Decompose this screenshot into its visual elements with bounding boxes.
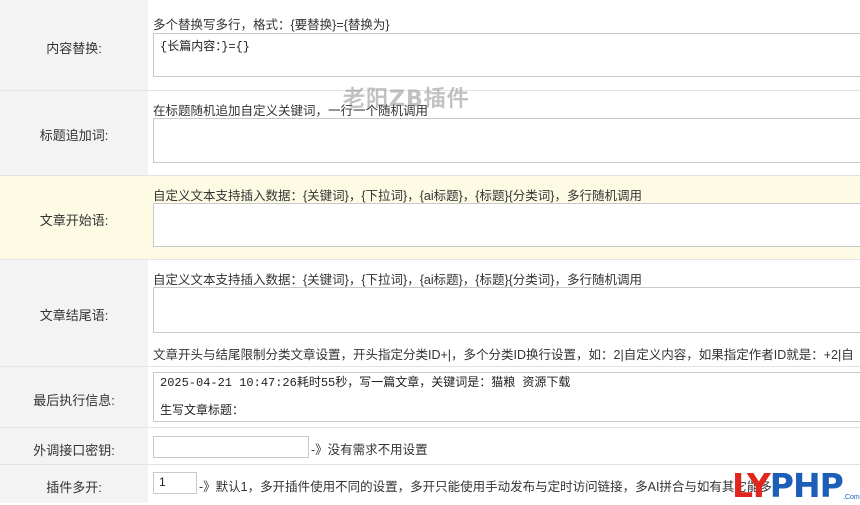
logo-red: LY bbox=[732, 466, 771, 505]
logo-blue: PHP bbox=[769, 466, 844, 505]
last-exec-textarea[interactable]: 2025-04-21 10:47:26耗时55秒，写一篇文章，关键词是：猫粮 资… bbox=[153, 372, 860, 422]
article-start-cell: 自定义文本支持插入数据：{关键词}，{下拉词}，{ai标题}，{标题}{分类词}… bbox=[148, 176, 860, 259]
api-key-input[interactable] bbox=[153, 436, 309, 458]
article-start-desc: 自定义文本支持插入数据：{关键词}，{下拉词}，{ai标题}，{标题}{分类词}… bbox=[153, 189, 642, 203]
watermark-text: 老阳ZB插件 bbox=[343, 87, 470, 112]
title-append-textarea[interactable] bbox=[153, 118, 860, 163]
api-key-label: 外调接口密钥: bbox=[33, 443, 115, 458]
last-exec-cell: 2025-04-21 10:47:26耗时55秒，写一篇文章，关键词是：猫粮 资… bbox=[148, 367, 860, 427]
title-append-label: 标题追加词: bbox=[39, 128, 109, 143]
logo-sub: .Com bbox=[843, 494, 860, 501]
multi-open-input[interactable]: 1 bbox=[153, 472, 197, 494]
row-content-replace: 内容替换: 多个替换写多行，格式：{要替换}={替换为} {长篇内容：}={} bbox=[0, 0, 860, 91]
content-replace-label: 内容替换: bbox=[46, 41, 102, 56]
row-multi-open: 插件多开: 1 -》默认1，多开插件使用不同的设置，多开只能使用手动发布与定时访… bbox=[0, 465, 860, 503]
article-end-note: 文章开头与结尾限制分类文章设置，开头指定分类ID+|，多个分类ID换行设置，如：… bbox=[153, 348, 854, 362]
article-start-textarea[interactable] bbox=[153, 203, 860, 247]
row-last-exec: 最后执行信息: 2025-04-21 10:47:26耗时55秒，写一篇文章，关… bbox=[0, 367, 860, 428]
article-start-label: 文章开始语: bbox=[39, 213, 109, 228]
article-end-cell: 自定义文本支持插入数据：{关键词}，{下拉词}，{ai标题}，{标题}{分类词}… bbox=[148, 260, 860, 366]
article-end-textarea[interactable] bbox=[153, 287, 860, 333]
content-replace-cell: 多个替换写多行，格式：{要替换}={替换为} {长篇内容：}={} bbox=[148, 0, 860, 90]
site-logo: LYPHP bbox=[732, 466, 844, 505]
row-api-key: 外调接口密钥: -》没有需求不用设置 bbox=[0, 428, 860, 465]
content-replace-desc: 多个替换写多行，格式：{要替换}={替换为} bbox=[153, 18, 390, 32]
article-end-desc: 自定义文本支持插入数据：{关键词}，{下拉词}，{ai标题}，{标题}{分类词}… bbox=[153, 273, 642, 287]
title-append-cell: 在标题随机追加自定义关键词，一行一个随机调用 bbox=[148, 91, 860, 175]
multi-open-label: 插件多开: bbox=[46, 480, 102, 495]
api-key-hint: -》没有需求不用设置 bbox=[311, 443, 428, 457]
api-key-cell: -》没有需求不用设置 bbox=[148, 428, 860, 464]
article-end-label: 文章结尾语: bbox=[39, 308, 109, 323]
row-article-end: 文章结尾语: 自定义文本支持插入数据：{关键词}，{下拉词}，{ai标题}，{标… bbox=[0, 260, 860, 367]
content-replace-textarea[interactable]: {长篇内容：}={} bbox=[153, 33, 860, 77]
last-exec-label: 最后执行信息: bbox=[33, 393, 115, 408]
multi-open-hint: -》默认1，多开插件使用不同的设置，多开只能使用手动发布与定时访问链接，多AI拼… bbox=[199, 480, 772, 494]
row-article-start: 文章开始语: 自定义文本支持插入数据：{关键词}，{下拉词}，{ai标题}，{标… bbox=[0, 176, 860, 260]
